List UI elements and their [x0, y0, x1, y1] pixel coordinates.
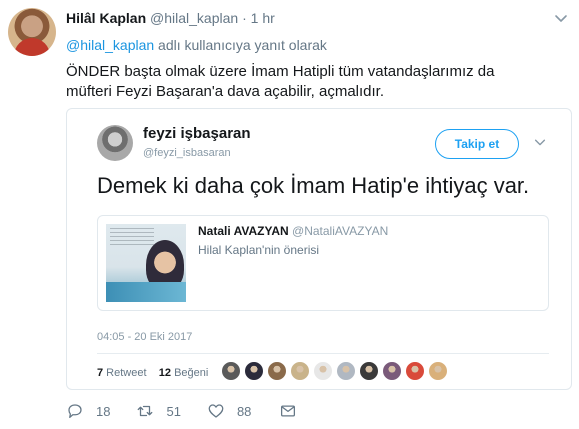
- tweet-time[interactable]: 1 hr: [251, 10, 275, 26]
- reply-context: @hilal_kaplan adlı kullanıcıya yanıt ola…: [66, 37, 327, 53]
- tweet: Hilâl Kaplan @hilal_kaplan · 1 hr @hilal…: [0, 0, 579, 429]
- liker-avatars: [221, 361, 451, 381]
- chevron-down-icon[interactable]: [533, 135, 547, 149]
- retweet-total: 51: [166, 403, 181, 419]
- liker-avatar[interactable]: [313, 361, 333, 381]
- direct-message-button[interactable]: [279, 402, 297, 420]
- retweet-icon: [138, 405, 153, 417]
- avatar-scarf: [14, 38, 50, 56]
- quoted-tweet-image: [106, 224, 186, 302]
- liker-avatar[interactable]: [267, 361, 287, 381]
- embedded-tweet-date[interactable]: 04:05 - 20 Eki 2017: [97, 331, 192, 343]
- avatar[interactable]: [8, 8, 56, 56]
- liker-avatar[interactable]: [336, 361, 356, 381]
- liker-avatar[interactable]: [359, 361, 379, 381]
- tweet-header: Hilâl Kaplan @hilal_kaplan · 1 hr: [66, 10, 275, 26]
- envelope-icon: [281, 405, 296, 417]
- reply-context-text: adlı kullanıcıya yanıt olarak: [154, 37, 327, 53]
- quoted-author[interactable]: Natali AVAZYAN @NataliAVAZYAN: [198, 224, 388, 238]
- retweet-button[interactable]: 51: [136, 402, 181, 420]
- embedded-avatar[interactable]: [97, 125, 133, 161]
- quoted-author-handle: @NataliAVAZYAN: [292, 224, 389, 238]
- engagement-stats: 7 Retweet 12 Beğeni: [97, 367, 208, 379]
- reply-button[interactable]: 18: [66, 402, 110, 420]
- embedded-tweet[interactable]: feyzi işbaşaran @feyzi_isbasaran Takip e…: [66, 108, 572, 390]
- liker-avatar[interactable]: [221, 361, 241, 381]
- embedded-author-name[interactable]: feyzi işbaşaran: [143, 125, 251, 142]
- author-handle[interactable]: @hilal_kaplan: [150, 10, 238, 26]
- quoted-tweet-text: Hilal Kaplan'nin önerisi: [198, 243, 320, 257]
- liker-avatar[interactable]: [290, 361, 310, 381]
- embedded-author-handle[interactable]: @feyzi_isbasaran: [143, 147, 231, 159]
- tweet-text: ÖNDER başta olmak üzere İmam Hatipli tüm…: [66, 63, 495, 100]
- author-name[interactable]: Hilâl Kaplan: [66, 10, 146, 26]
- reply-count: 18: [96, 403, 111, 419]
- liker-avatar[interactable]: [428, 361, 448, 381]
- like-count[interactable]: 12: [159, 367, 171, 379]
- separator-dot: ·: [242, 10, 247, 26]
- heart-icon: [208, 404, 224, 418]
- follow-button[interactable]: Takip et: [435, 129, 519, 159]
- embedded-tweet-text: Demek ki daha çok İmam Hatip'e ihtiyaç v…: [97, 173, 530, 198]
- tweet-actions: 18 51 88: [66, 402, 297, 420]
- chevron-down-icon[interactable]: [553, 10, 569, 26]
- liker-avatar[interactable]: [405, 361, 425, 381]
- retweet-label[interactable]: Retweet: [103, 367, 146, 379]
- like-total: 88: [236, 403, 252, 419]
- quoted-tweet[interactable]: Natali AVAZYAN @NataliAVAZYAN Hilal Kapl…: [97, 215, 549, 311]
- quoted-image-text-lines: [110, 228, 154, 248]
- like-label[interactable]: Beğeni: [171, 367, 208, 379]
- quoted-image-strip: [106, 282, 186, 302]
- reply-mention-link[interactable]: @hilal_kaplan: [66, 37, 154, 53]
- reply-icon: [68, 404, 82, 419]
- liker-avatar[interactable]: [244, 361, 264, 381]
- like-button[interactable]: 88: [207, 402, 251, 420]
- liker-avatar[interactable]: [382, 361, 402, 381]
- divider: [97, 353, 549, 354]
- quoted-author-name: Natali AVAZYAN: [198, 224, 289, 238]
